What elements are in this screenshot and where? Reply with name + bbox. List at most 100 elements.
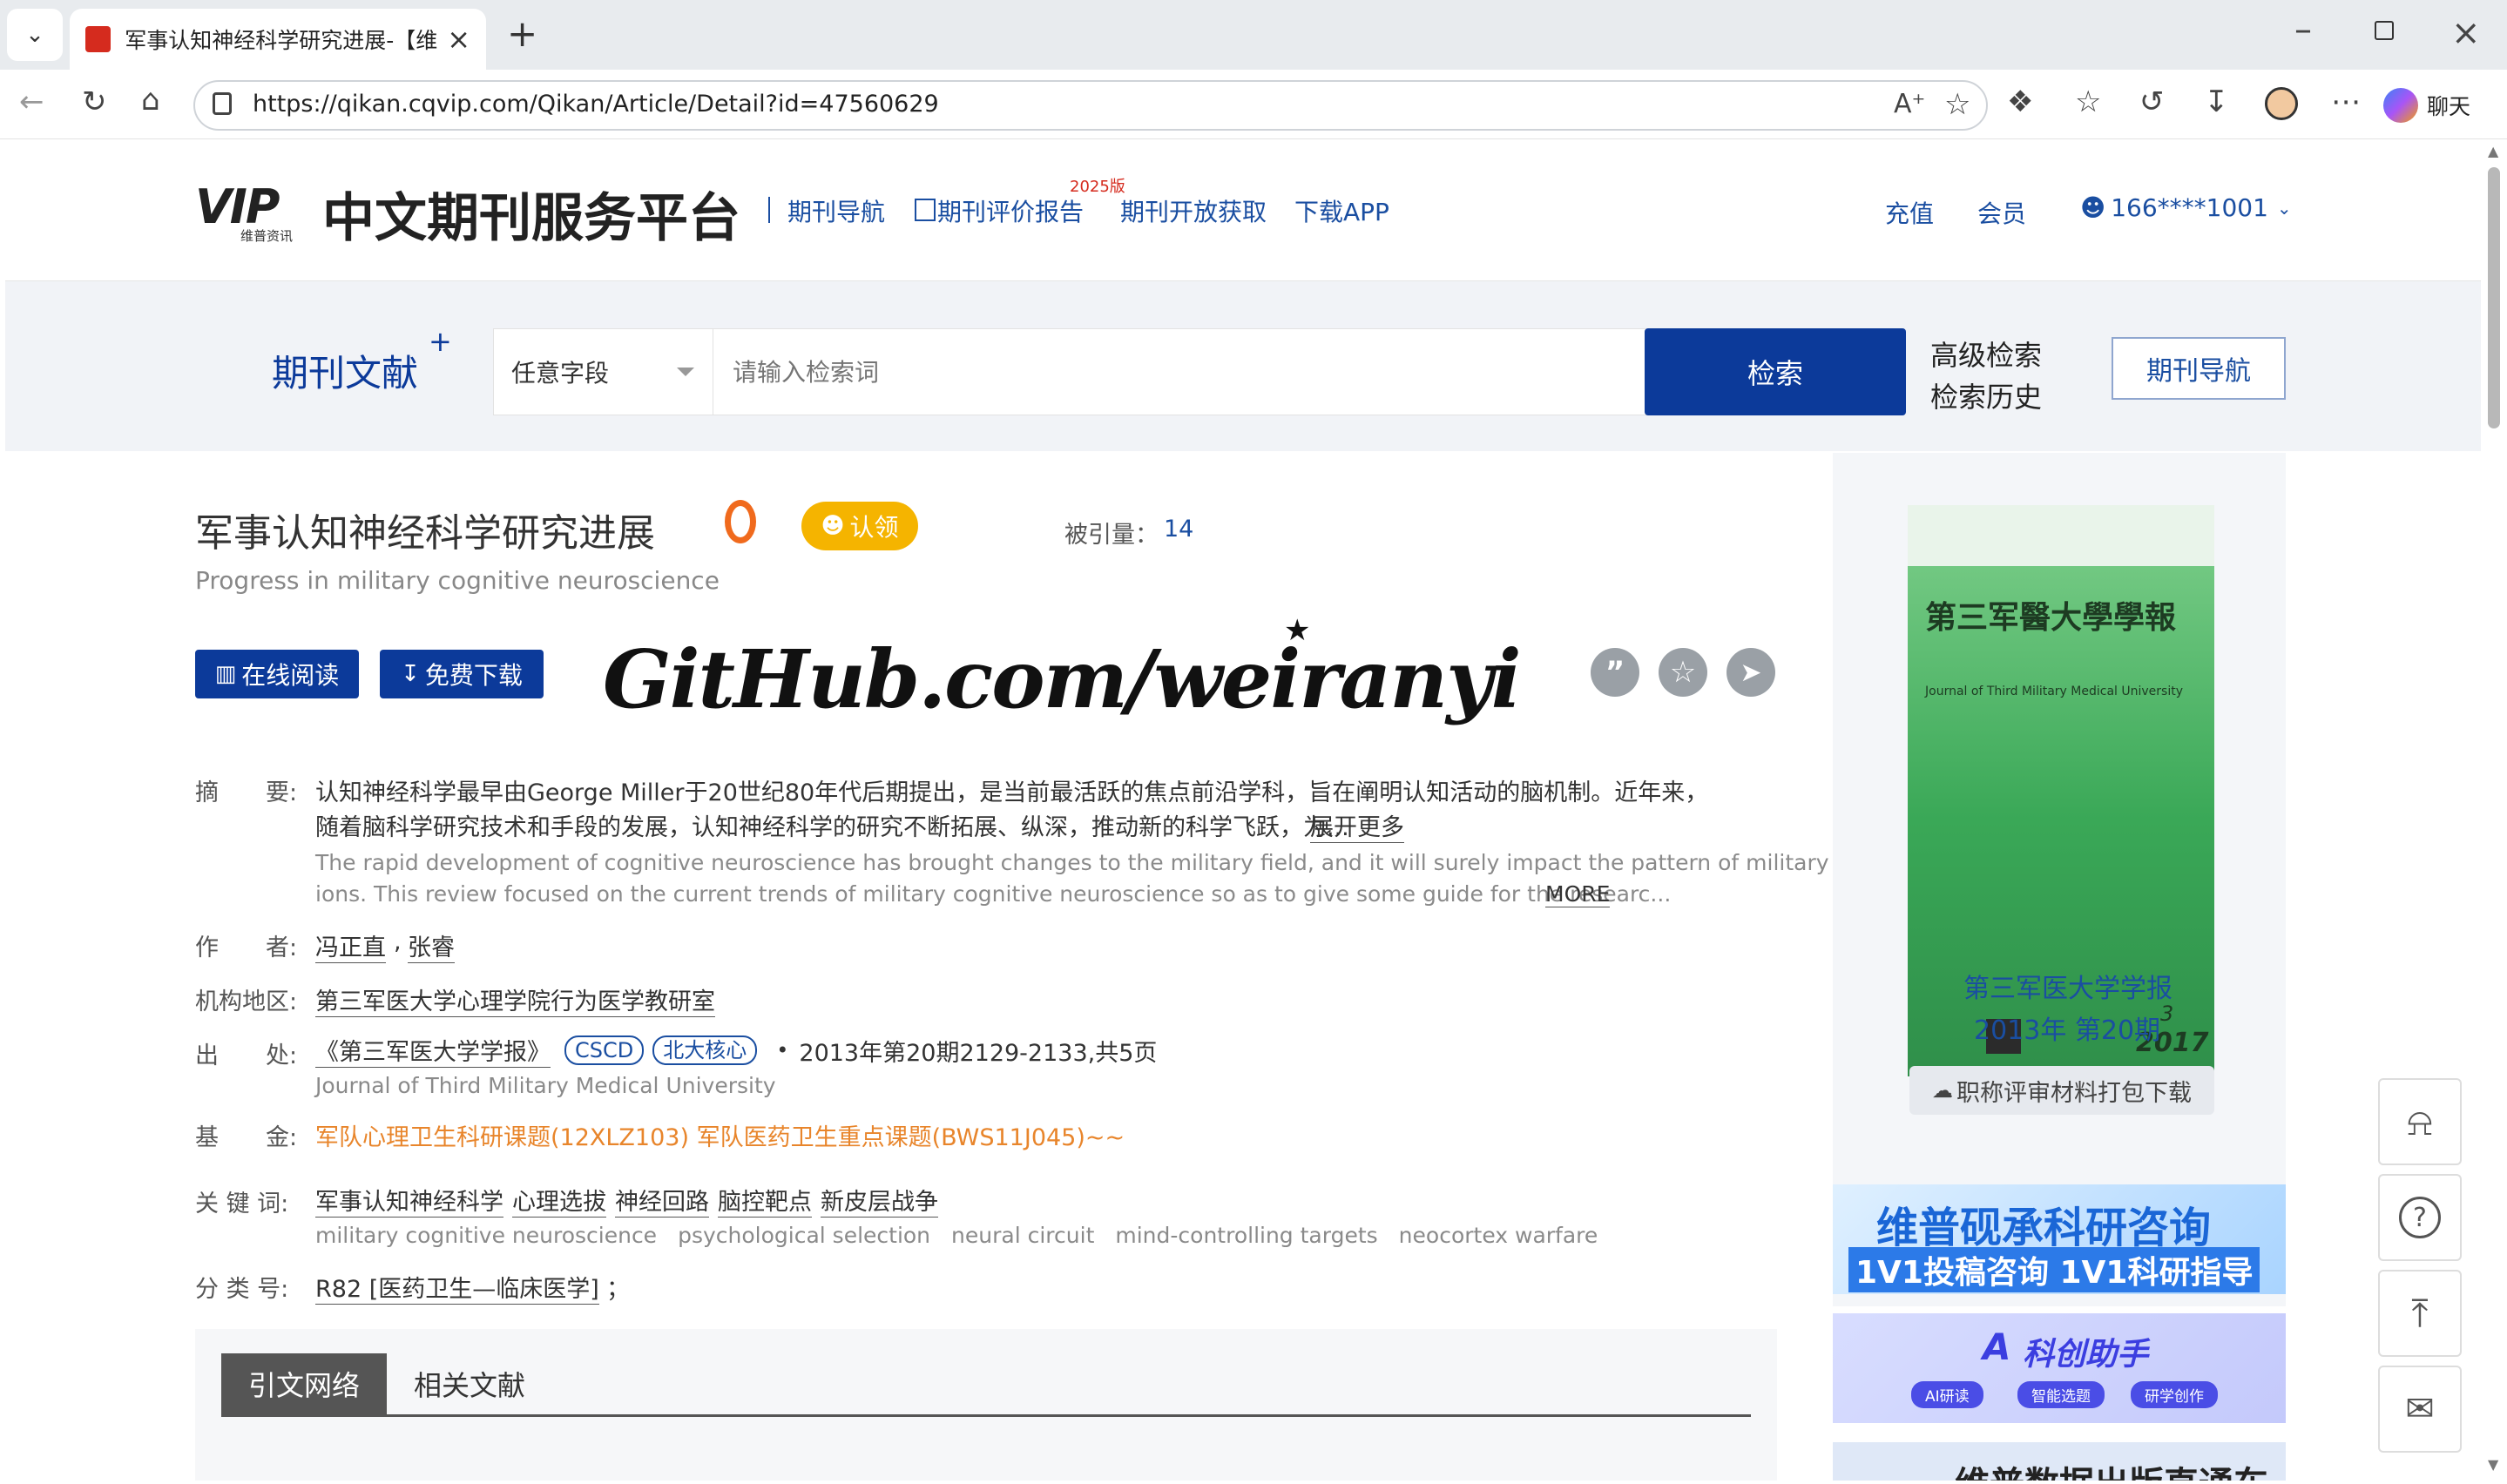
feedback-button[interactable]: ✉ [2378,1366,2462,1453]
chevron-down-icon: ⌄ [2276,197,2292,219]
cited-count[interactable]: 14 [1164,516,1193,543]
minimize-icon[interactable]: – [2294,12,2312,47]
advanced-search-link[interactable]: 高级检索 [1930,334,2042,374]
profile-avatar-icon[interactable] [2265,87,2298,120]
chat-label: 聊天 [2427,94,2471,119]
class-link[interactable]: R82 [医药卫生—临床医学] [315,1270,599,1305]
star-icon: ☆ [1669,655,1697,690]
cloud-icon: ☁ [1932,1078,1953,1103]
collect-button[interactable]: ☆ [1659,648,1707,697]
fund-value[interactable]: 军队心理卫生科研课题(12XLZ103) 军队医药卫生重点课题(BWS11J04… [315,1118,1125,1152]
favorites-icon[interactable]: ☆ [2075,87,2101,117]
search-button-label: 检索 [1747,357,1803,390]
customer-service-button[interactable]: ⍾ [2378,1078,2462,1165]
nav-open-access[interactable]: 期刊开放获取 [1120,193,1267,228]
free-download-label: 免费下载 [424,661,523,690]
close-window-icon[interactable]: × [2451,16,2481,51]
keyword-link[interactable]: 神经回路 [615,1183,709,1218]
watermark-star-icon: ★ [1284,613,1311,648]
author-link[interactable]: 冯正直 [315,928,386,963]
banner-data-publishing[interactable]: 维普数据出版直通车 [1833,1442,2286,1481]
sidebar-journal-name[interactable]: 第三军医大学学报 [1963,967,2173,1005]
favorite-star-icon[interactable]: ☆ [1944,87,1970,122]
abstract-more-cn-link[interactable]: 展开更多 [1310,808,1404,843]
share-button[interactable]: ➤ [1727,648,1775,697]
watermark-text: GitHub.com/weiranyi [603,632,1522,726]
org-label: 机构地区: [195,988,298,1015]
search-history-link[interactable]: 检索历史 [1930,375,2042,415]
keyword-link[interactable]: 心理选拔 [512,1183,606,1218]
class-label: 分 类 号: [195,1276,289,1303]
site-logo[interactable]: VIP 维普资讯 [195,179,317,244]
cite-button[interactable]: ” [1591,648,1639,697]
field-select-value: 任意字段 [511,359,610,388]
source-tag-cscd[interactable]: CSCD [564,1035,645,1065]
journal-nav-button[interactable]: 期刊导航 [2112,337,2286,400]
abstract-more-en-link[interactable]: MORE [1545,881,1611,907]
keyword-en[interactable]: psychological selection [678,1223,930,1248]
member-link[interactable]: 会员 [1977,195,2026,230]
restore-icon[interactable] [2375,21,2394,40]
author-link[interactable]: 张睿 [408,928,455,963]
class-suffix: ； [606,1276,630,1303]
tab-related-docs[interactable]: 相关文献 [395,1353,544,1414]
more-menu-icon[interactable]: ⋯ [2331,87,2361,117]
report-icon [915,199,936,221]
keyword-en[interactable]: neocortex warfare [1399,1223,1598,1248]
keyword-link[interactable]: 新皮层战争 [821,1183,938,1218]
history-icon[interactable]: ↺ [2139,87,2165,117]
abstract-cn-line1: 认知神经科学最早由George Miller于20世纪80年代后期提出，是当前最… [315,779,1709,806]
help-button[interactable]: ? [2378,1174,2462,1261]
url-text: https://qikan.cqvip.com/Qikan/Article/De… [253,91,939,118]
keyword-link[interactable]: 脑控靶点 [718,1183,812,1218]
scroll-up-icon[interactable]: ▲ [2488,143,2498,159]
search-input[interactable] [713,328,1646,415]
banner-ai-assistant[interactable]: A 科创助手 AI研读 智能选题 研学创作 [1833,1313,2286,1423]
free-download-button[interactable]: ↧ 免费下载 [380,650,544,698]
nav-download-app[interactable]: 下载APP [1294,193,1389,228]
scroll-thumb[interactable] [2488,167,2500,428]
field-select[interactable]: 任意字段 [493,328,714,415]
read-aloud-icon[interactable]: A⁺ [1894,89,1925,119]
home-icon[interactable]: ⌂ [141,85,160,115]
browser-tab-active[interactable]: 军事认知神经科学研究进展-【维普 × [70,9,486,70]
url-field[interactable]: https://qikan.cqvip.com/Qikan/Article/De… [193,80,1988,131]
tabs-underline [221,1414,1751,1417]
claim-button[interactable]: ☻ 认领 [801,502,918,550]
keyword-link[interactable]: 军事认知神经科学 [315,1183,503,1218]
sidebar-issue[interactable]: 2013年 第20期 [1974,1008,2160,1047]
copilot-chat-button[interactable]: 聊天 [2383,82,2491,129]
back-icon[interactable]: ← [19,87,44,117]
logo-sub-text: 维普资讯 [240,228,294,244]
scroll-down-icon[interactable]: ▼ [2488,1456,2498,1473]
new-tab-icon[interactable]: + [507,16,537,52]
search-section-plus: + [429,325,452,358]
nav-journal-guide[interactable]: 期刊导航 [787,193,885,228]
download-pack-button[interactable]: ☁ 职称评审材料打包下载 [1909,1066,2214,1115]
keyword-en[interactable]: military cognitive neuroscience [315,1223,657,1248]
source-row: 《第三军医大学学报》 CSCD 北大核心 • 2013年第20期2129-213… [315,1033,1157,1068]
source-label: 出 处: [195,1042,298,1069]
source-tag-pku[interactable]: 北大核心 [652,1035,758,1065]
org-link[interactable]: 第三军医大学心理学院行为医学教研室 [315,982,715,1017]
back-to-top-button[interactable]: ⤒ [2378,1270,2462,1357]
tab-citation-network[interactable]: 引文网络 [221,1353,387,1414]
refresh-icon[interactable]: ↻ [82,87,107,117]
search-section-label[interactable]: 期刊文献 [272,344,418,397]
keyword-en[interactable]: neural circuit [951,1223,1094,1248]
question-icon: ? [2399,1197,2441,1238]
page-scrollbar[interactable]: ▲ ▼ [2481,139,2507,1481]
search-button[interactable]: 检索 [1645,328,1906,415]
read-online-button[interactable]: ▥ 在线阅读 [195,650,359,698]
recharge-link[interactable]: 充值 [1885,195,1934,230]
tab-list-button[interactable]: ⌄ [7,9,63,61]
tab-close-icon[interactable]: × [447,23,470,56]
user-menu[interactable]: ☻ 166****1001 ⌄ [2080,193,2292,222]
source-journal-link[interactable]: 《第三军医大学学报》 [315,1033,551,1068]
extensions-icon[interactable]: ❖ [2007,87,2033,117]
nav-evaluation-report[interactable]: 期刊评价报告 [937,193,1084,228]
banner1-line1: 维普砚承科研咨询 [1876,1204,2212,1252]
banner-research-consult[interactable]: 维普砚承科研咨询 1V1投稿咨询 1V1科研指导 [1833,1184,2286,1294]
keyword-en[interactable]: mind-controlling targets [1115,1223,1377,1248]
download-icon[interactable]: ↧ [2204,87,2229,117]
